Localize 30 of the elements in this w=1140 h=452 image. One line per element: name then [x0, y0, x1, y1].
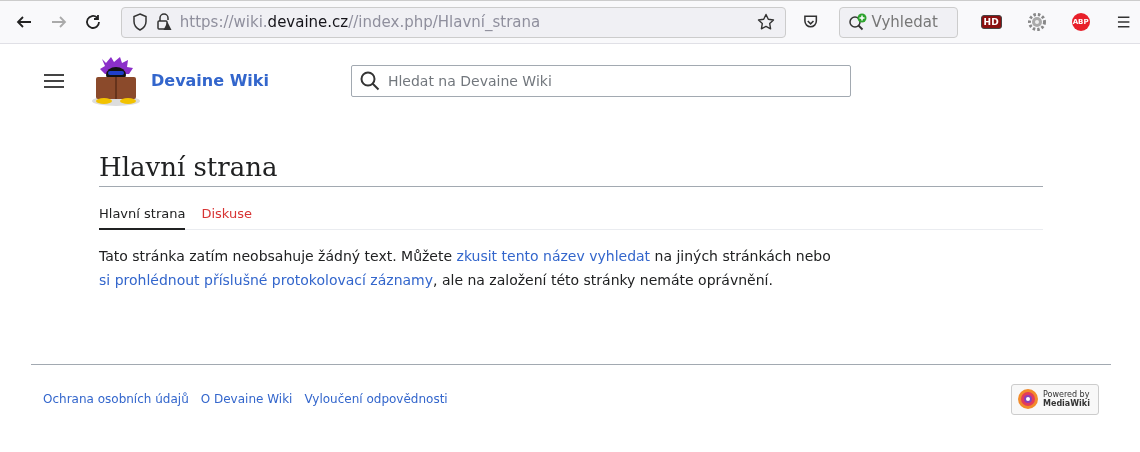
- search-placeholder: Vyhledat: [871, 11, 938, 33]
- address-bar[interactable]: https://wiki.devaine.cz//index.php/Hlavní_strana: [120, 6, 787, 38]
- url-text: https://wiki.devaine.cz//index.php/Hlavní_strana: [179, 11, 541, 33]
- powered-by-badge[interactable]: Powered by MediaWiki: [1011, 383, 1099, 415]
- footer-link[interactable]: Ochrana osobních údajů: [43, 390, 189, 408]
- wiki-search-field[interactable]: Hledat na Devaine Wiki: [350, 65, 851, 97]
- badge-text: MediaWiki: [1043, 399, 1090, 408]
- lock-warning-icon: [155, 13, 172, 31]
- page-tab[interactable]: Hlavní strana: [99, 204, 186, 230]
- search-add-icon: [847, 13, 868, 31]
- reload-icon: [84, 13, 103, 31]
- browser-search-field[interactable]: Vyhledat: [838, 6, 958, 38]
- gear-icon[interactable]: [1027, 13, 1046, 31]
- link[interactable]: zkusit tento název vyhledat: [456, 247, 651, 264]
- page-tab[interactable]: Diskuse: [201, 204, 252, 230]
- menu-icon[interactable]: [44, 73, 64, 89]
- search-icon: [359, 71, 380, 91]
- page-title: Hlavní strana: [99, 151, 279, 184]
- site-name[interactable]: Devaine Wiki: [151, 69, 269, 93]
- flower-icon: [1017, 388, 1039, 410]
- notice-text: Tato stránka zatím neobsahuje žádný text. Můžete zkusit tento název vyhledat na jiných stránkách nebo si prohlédnout příslušné protokolovací záznamy, ale na založení této stránky nemáte oprávnění.: [99, 246, 832, 290]
- footer-link[interactable]: O Devaine Wiki: [200, 390, 293, 408]
- shield-icon: [131, 13, 148, 31]
- link[interactable]: si prohlédnout příslušné protokolovací záznamy: [99, 271, 433, 288]
- star-icon[interactable]: [757, 13, 776, 31]
- hd-extension-icon[interactable]: HD: [980, 15, 1002, 29]
- badge-text: Powered by: [1043, 390, 1090, 399]
- pocket-icon[interactable]: [803, 14, 819, 30]
- footer-link[interactable]: Vyloučení odpovědnosti: [304, 390, 448, 408]
- menu-icon[interactable]: [1116, 15, 1130, 29]
